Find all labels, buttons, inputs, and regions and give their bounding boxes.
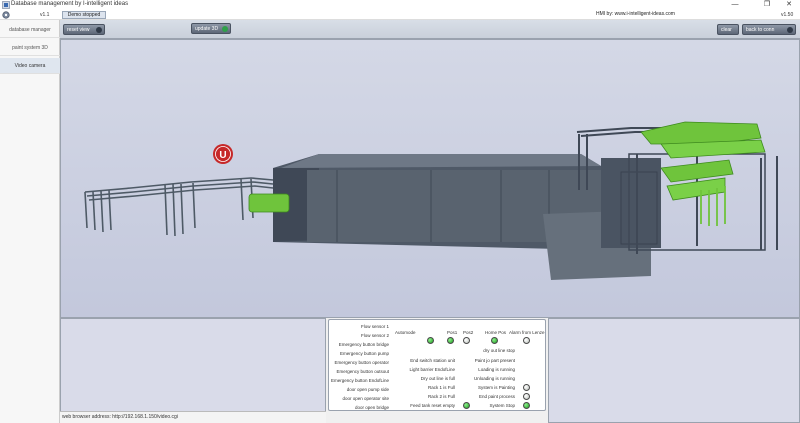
status-toolbar: v1.1 Demo stopped HMI by: www.i-intellig… [0,10,800,20]
3d-scene-view[interactable]: U [60,39,800,318]
led-feed-tank [463,402,470,409]
version-left: v1.1 [40,12,50,18]
window-title: Database management by I-intelligent ide… [11,1,129,7]
led-pos1 [447,337,454,344]
sidebar-item-video-camera[interactable]: Video camera [0,58,60,74]
led-automode [427,337,434,344]
machine-housing [273,154,661,280]
refresh-icon [96,27,102,33]
close-button[interactable]: ✕ [778,0,800,10]
status-label-door-pump-side: door open pump side [346,387,389,392]
back-to-conn-button[interactable]: back to conn [742,24,796,35]
chevron-right-icon [787,27,793,33]
clear-button[interactable]: clear [717,24,739,35]
3d-machine-render: U [84,121,778,280]
status-label-emergency-outsout: Emergency button outsout [336,369,389,374]
header-automode: Automode [395,330,416,335]
status-label-rack-2-full: Rack 2 is Full [427,394,455,399]
view-toolbar: reset view update 3D clear back to conn [60,20,800,39]
status-label-part-present: Paint jo part present [474,358,515,363]
header-home-pos: Home Pos [485,330,507,335]
status-label-end-paint: End paint process [478,394,515,399]
status-label-unloading: Unloading is running [473,376,515,381]
app-logo-icon [2,1,10,9]
header-pos2: Pos2 [463,330,474,335]
header-alarm-lenze: Alarm from Lenze [509,330,545,335]
marker-label: U [219,150,226,161]
status-label-emergency-bridge: Emergency button bridge [338,342,389,347]
minimize-button[interactable]: — [724,0,746,10]
update-icon [222,26,228,32]
hmi-credit-text: HMI by: www.i-intelligent-ideas.com [596,11,675,17]
camera-panel [60,318,326,423]
sidebar-item-database-manager[interactable]: database manager [0,22,60,38]
header-pos1: Pos1 [447,330,458,335]
status-label-door-operator-site: door open operator site [342,396,389,401]
clear-label: clear [721,27,732,33]
sidebar-item-paint-system-3d[interactable]: paint system 3D [0,40,60,56]
back-to-conn-label: back to conn [746,27,775,33]
sidebar: database manager paint system 3D Video c… [0,20,60,423]
status-label-dry-out-full: Dry out line is full [420,376,455,381]
left-rail-structure [84,177,274,237]
status-label-emergency-pump: Emergency button pump [339,351,389,356]
right-info-panel [548,318,800,423]
status-label-light-barrier: Light barrier EndofLine [409,367,455,372]
status-label-loading: Loading is running [478,367,515,372]
browser-address-bar[interactable]: web browser address: http://192.168.1.15… [60,411,326,423]
status-label-emergency-endofline: Emergency button EndofLine [330,378,389,383]
maximize-button[interactable]: ❐ [756,0,778,10]
status-label-dry-out-stop: dry out line stop [483,348,515,353]
demo-status-badge[interactable]: Demo stopped [62,11,106,19]
led-system-stop [523,402,530,409]
reset-view-label: reset view [67,27,90,33]
update-3d-label: update 3D [195,26,219,32]
io-status-panel: Flow sensor 1 Flow sensor 2 Emergency bu… [328,319,546,411]
title-bar: Database management by I-intelligent ide… [0,0,800,10]
reset-view-button[interactable]: reset view [63,24,105,35]
status-label-rack-1-full: Rack 1 is Full [427,385,455,390]
version-right: v1.50 [781,12,794,18]
update-3d-button[interactable]: update 3D [191,23,231,34]
status-label-emergency-operator: Emergency button operator [334,360,389,365]
status-label-door-bridge: door open bridge [354,405,389,410]
status-label-painting: System is Painting [477,385,515,390]
status-label-end-switch: End switch station unit [410,358,455,363]
led-end-paint [523,393,530,400]
led-home-pos [491,337,498,344]
status-label-flow-sensor-2: Flow sensor 2 [360,333,389,338]
led-alarm-lenze [523,337,530,344]
status-label-flow-sensor-1: Flow sensor 1 [360,324,389,329]
status-label-system-stop: System Stop [489,403,515,408]
status-label-feed-tank: Feed tank reset empty [410,403,455,408]
settings-gear-icon[interactable] [2,11,10,19]
led-pos2 [463,337,470,344]
led-painting [523,384,530,391]
